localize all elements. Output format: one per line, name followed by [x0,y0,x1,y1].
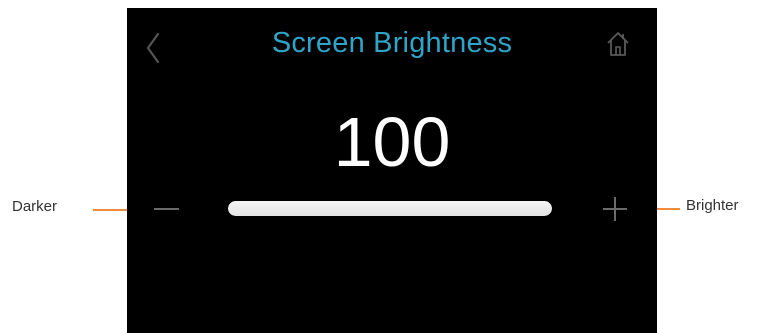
brighter-callout-label: Brighter [686,197,739,214]
home-icon[interactable] [606,30,630,58]
brightness-value: 100 [333,103,451,181]
annotated-screen-figure: Darker Brighter Screen Brightness 100 [0,0,762,333]
page-title: Screen Brightness [271,27,513,59]
darker-callout-label: Darker [12,198,58,215]
plus-icon [603,197,627,221]
minus-icon [154,208,179,210]
brightness-slider-fill [228,201,552,216]
decrease-brightness-button[interactable] [150,196,184,222]
increase-brightness-button[interactable] [598,194,632,224]
brightness-slider[interactable] [228,201,552,216]
